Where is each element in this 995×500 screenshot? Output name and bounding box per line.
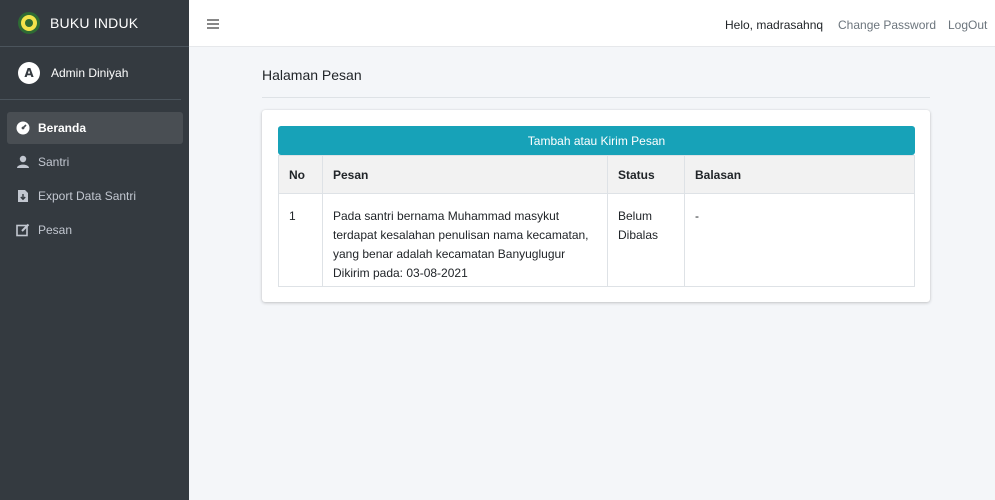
messages-table: No Pesan Status Balasan 1 Pada santri be… — [278, 155, 915, 287]
user-icon — [16, 155, 30, 169]
row-number: 1 — [278, 193, 323, 287]
brand-link[interactable]: BUKU INDUK — [0, 0, 189, 47]
column-header-balasan: Balasan — [684, 155, 915, 194]
table-header-row: No Pesan Status Balasan — [278, 155, 915, 194]
sidebar: BUKU INDUK A Admin Diniyah Beranda Santr… — [0, 0, 189, 500]
avatar-letter: A — [24, 66, 34, 80]
add-message-button[interactable]: Tambah atau Kirim Pesan — [278, 126, 915, 155]
menu-toggle-icon[interactable] — [207, 18, 219, 29]
greeting-text: Helo, madrasahnq — [725, 18, 824, 32]
user-panel[interactable]: A Admin Diniyah — [0, 47, 181, 100]
divider — [262, 97, 930, 98]
file-download-icon — [16, 189, 30, 203]
topbar: Helo, madrasahnq Change Password LogOut — [189, 0, 995, 47]
sidebar-item-label: Export Data Santri — [38, 189, 137, 203]
logout-link[interactable]: LogOut — [948, 18, 987, 32]
table-row: 1 Pada santri bernama Muhammad masykut t… — [278, 193, 915, 287]
messages-card: Tambah atau Kirim Pesan No Pesan Status … — [262, 110, 930, 302]
avatar: A — [18, 62, 40, 84]
column-header-status: Status — [607, 155, 685, 194]
edit-icon — [16, 223, 30, 237]
sidebar-item-label: Beranda — [38, 121, 87, 135]
column-header-no: No — [278, 155, 323, 194]
status-line-2: Dibalas — [618, 228, 659, 242]
tachometer-icon — [16, 121, 30, 135]
page-title: Halaman Pesan — [262, 67, 362, 83]
brand-logo-icon — [18, 12, 40, 34]
sidebar-item-beranda[interactable]: Beranda — [7, 112, 183, 144]
message-text: Pada santri bernama Muhammad masykut ter… — [333, 209, 589, 261]
reply-cell: - — [684, 193, 915, 287]
sidebar-nav: Beranda Santri Export Data Santri Pesan — [0, 100, 189, 246]
brand-title: BUKU INDUK — [50, 15, 139, 31]
sidebar-item-label: Pesan — [38, 223, 73, 237]
column-header-pesan: Pesan — [322, 155, 608, 194]
message-cell: Pada santri bernama Muhammad masykut ter… — [322, 193, 608, 287]
change-password-link[interactable]: Change Password — [838, 18, 936, 32]
sidebar-item-pesan[interactable]: Pesan — [7, 214, 183, 246]
message-sent-date: Dikirim pada: 03-08-2021 — [333, 266, 468, 280]
sidebar-item-export-data-santri[interactable]: Export Data Santri — [7, 180, 183, 212]
sidebar-item-label: Santri — [38, 155, 70, 169]
sidebar-item-santri[interactable]: Santri — [7, 146, 183, 178]
status-cell: Belum Dibalas — [607, 193, 685, 287]
status-line-1: Belum — [618, 209, 653, 223]
user-name: Admin Diniyah — [51, 66, 129, 80]
